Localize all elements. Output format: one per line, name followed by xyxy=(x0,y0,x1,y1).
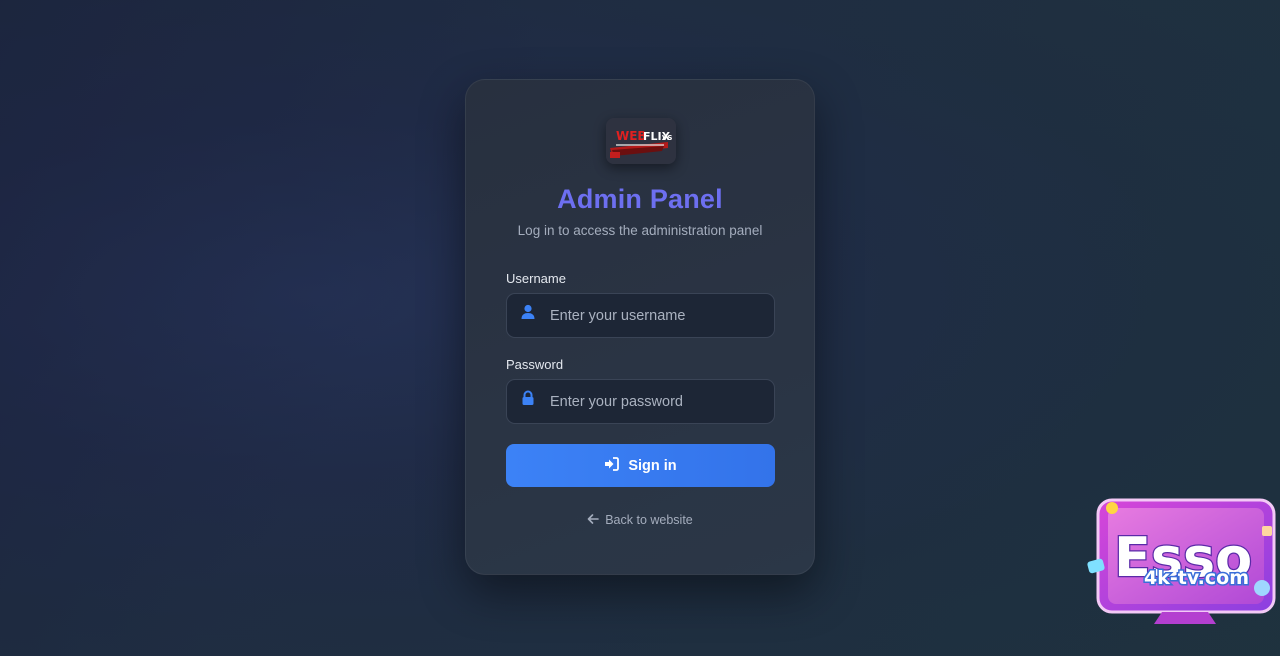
username-input[interactable] xyxy=(550,294,765,337)
sign-in-label: Sign in xyxy=(628,457,677,474)
sign-in-icon xyxy=(604,456,620,475)
page-title: Admin Panel xyxy=(557,184,723,214)
password-label: Password xyxy=(506,357,564,372)
logo-text-suffix: VS xyxy=(662,134,672,142)
username-label: Username xyxy=(506,271,566,286)
back-to-website-label: Back to website xyxy=(605,513,693,527)
lock-icon xyxy=(520,390,536,406)
back-to-website-link[interactable]: Back to website xyxy=(466,513,814,527)
password-input[interactable] xyxy=(550,380,765,423)
page-subtitle: Log in to access the administration pane… xyxy=(517,223,763,238)
username-field-wrapper xyxy=(506,293,775,338)
password-field-wrapper xyxy=(506,379,775,424)
arrow-left-icon xyxy=(587,513,600,527)
watermark-logo: Esso 4k-tv.com xyxy=(1086,496,1280,626)
user-icon xyxy=(520,304,536,320)
login-card: WEB FLIX VS Admin Panel Log in to access… xyxy=(465,79,815,575)
watermark-domain: 4k-tv.com xyxy=(1144,567,1249,589)
logo-image: WEB FLIX VS xyxy=(606,118,676,164)
logo-text-web: WEB xyxy=(616,129,647,143)
sign-in-button[interactable]: Sign in xyxy=(506,444,775,487)
